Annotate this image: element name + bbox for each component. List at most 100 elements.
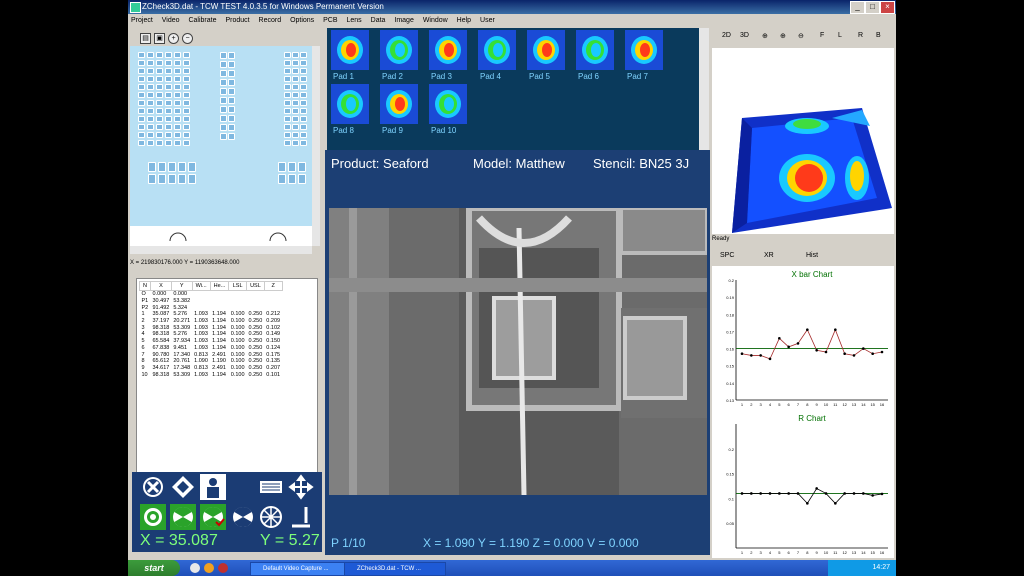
wheel-icon[interactable]: [258, 504, 284, 530]
quicklaunch-ie-icon[interactable]: [190, 563, 200, 573]
minimize-button[interactable]: _: [850, 1, 865, 14]
pcb-horizontal-scrollbar[interactable]: [130, 246, 312, 254]
view-2d-button[interactable]: 2D: [722, 32, 731, 39]
pad-thumbnail[interactable]: [478, 30, 516, 70]
view-right-button[interactable]: R: [858, 32, 863, 39]
menu-data[interactable]: Data: [371, 17, 386, 24]
diamond-icon[interactable]: [170, 474, 196, 500]
table-row[interactable]: 7 90.780 17.340 0.813 2.491 0.100 0.250 0.175: [140, 351, 283, 358]
stop-icon[interactable]: [140, 474, 166, 500]
radiation-icon-2[interactable]: [230, 504, 256, 530]
data-point: [843, 352, 846, 356]
start-button[interactable]: start: [128, 560, 180, 576]
zoom-out-icon[interactable]: ⊖: [798, 32, 804, 40]
camera-image[interactable]: [329, 208, 707, 495]
menu-product[interactable]: Product: [225, 17, 249, 24]
3d-surface-view[interactable]: [712, 48, 894, 234]
menu-calibrate[interactable]: Calibrate: [188, 17, 216, 24]
tab-xr[interactable]: XR: [764, 252, 774, 259]
pads-scrollbar[interactable]: [699, 28, 709, 150]
pcb-vertical-scrollbar[interactable]: [312, 46, 320, 246]
zoom-reset-icon[interactable]: ⊕: [780, 32, 786, 40]
pad-thumbnail[interactable]: [331, 84, 369, 124]
table-header[interactable]: X: [149, 281, 172, 291]
close-button[interactable]: ×: [880, 1, 895, 14]
menu-options[interactable]: Options: [290, 17, 314, 24]
table-row[interactable]: P2 91.492 5.324: [140, 304, 283, 311]
zoom-in-icon[interactable]: ⊕: [762, 32, 768, 40]
menu-video[interactable]: Video: [162, 17, 180, 24]
pad-thumbnail[interactable]: [576, 30, 614, 70]
pad-thumbnail[interactable]: [380, 84, 418, 124]
tab-spc[interactable]: SPC: [720, 252, 734, 259]
pad-thumbnail[interactable]: [527, 30, 565, 70]
open-folder-icon[interactable]: ▤: [140, 33, 151, 44]
table-header[interactable]: Wi...: [191, 281, 211, 291]
view-back-button[interactable]: B: [876, 32, 881, 39]
table-row[interactable]: 5 65.584 37.934 1.093 1.194 0.100 0.250 0.150: [140, 338, 283, 345]
table-row[interactable]: 6 67.838 9.451 1.093 1.194 0.100 0.250 0.124: [140, 345, 283, 352]
pad-thumbnail[interactable]: [380, 30, 418, 70]
menu-pcb[interactable]: PCB: [323, 17, 337, 24]
table-header[interactable]: He...: [209, 281, 230, 291]
keyboard-icon[interactable]: [258, 474, 284, 500]
move-arrows-icon[interactable]: [288, 474, 314, 500]
table-header[interactable]: N: [139, 281, 151, 291]
table-row[interactable]: 3 98.318 53.309 1.093 1.194 0.100 0.250 0.102: [140, 324, 283, 331]
pad-thumbnail[interactable]: [625, 30, 663, 70]
view-front-button[interactable]: F: [820, 32, 824, 39]
radiation-check-icon[interactable]: [200, 504, 226, 530]
table-header[interactable]: USL: [246, 281, 265, 291]
target-icon[interactable]: [140, 504, 166, 530]
pad-thumbnail[interactable]: [331, 30, 369, 70]
x-tick-label: 11: [833, 550, 838, 555]
table-row[interactable]: 2 37.197 20.271 1.093 1.194 0.100 0.250 0.209: [140, 318, 283, 325]
table-header[interactable]: Y: [170, 281, 193, 291]
view-left-button[interactable]: L: [838, 32, 842, 39]
zoom-out-icon[interactable]: −: [182, 33, 193, 44]
save-icon[interactable]: ▣: [154, 33, 165, 44]
table-cell: 1.194: [212, 371, 226, 378]
cursor-coordinates: X = 219830176.000 Y = 1190363648.000: [130, 260, 240, 266]
operator-icon[interactable]: [200, 474, 226, 500]
table-row[interactable]: 8 65.612 20.761 1.090 1.190 0.100 0.250 0.135: [140, 358, 283, 365]
radiation-icon[interactable]: [170, 504, 196, 530]
menu-help[interactable]: Help: [457, 17, 471, 24]
table-header[interactable]: LSL: [228, 281, 248, 291]
table-cell: 0.209: [266, 318, 281, 325]
table-row[interactable]: 9 34.617 17.348 0.813 2.491 0.100 0.250 0.207: [140, 365, 283, 372]
pad-thumbnail[interactable]: [429, 84, 467, 124]
pcb-layout-view[interactable]: [130, 46, 312, 246]
table-cell: 9.451: [173, 344, 188, 351]
data-point: [796, 492, 800, 495]
menu-user[interactable]: User: [480, 17, 495, 24]
menu-image[interactable]: Image: [394, 17, 413, 24]
menu-lens[interactable]: Lens: [347, 17, 362, 24]
pad-label: Pad 1: [333, 72, 354, 81]
zoom-in-icon[interactable]: +: [168, 33, 179, 44]
table-cell: 1.194: [212, 331, 226, 338]
tab-hist[interactable]: Hist: [806, 252, 818, 259]
pad-thumbnail[interactable]: [429, 30, 467, 70]
quicklaunch-app-icon[interactable]: [218, 563, 228, 573]
quicklaunch-media-icon[interactable]: [204, 563, 214, 573]
table-row[interactable]: P1 30.497 53.382: [140, 298, 283, 305]
stencil-label: Stencil: BN25 3J: [593, 156, 690, 171]
table-header[interactable]: Z: [263, 281, 283, 291]
table-row[interactable]: O 0.000 0.000: [140, 291, 283, 298]
menu-record[interactable]: Record: [259, 17, 282, 24]
probe-icon[interactable]: [288, 504, 314, 530]
table-row[interactable]: 1 35.087 5.276 1.093 1.194 0.100 0.250 0.212: [140, 311, 283, 318]
table-row[interactable]: 4 98.318 5.276 1.093 1.194 0.100 0.250 0.149: [140, 331, 283, 338]
view-3d-button[interactable]: 3D: [740, 32, 749, 39]
table-cell: 98.318: [152, 371, 170, 378]
task-video-capture[interactable]: Default Video Capture ...: [250, 562, 352, 576]
task-zcheck3d[interactable]: ZCheck3D.dat - TCW ...: [344, 562, 446, 576]
menu-project[interactable]: Project: [131, 17, 153, 24]
maximize-button[interactable]: □: [865, 1, 880, 14]
menu-window[interactable]: Window: [423, 17, 448, 24]
table-cell: [229, 304, 247, 311]
spc-charts: X bar Chart0.20.190.180.170.160.150.140.…: [726, 270, 888, 555]
series-line: [741, 328, 883, 360]
table-row[interactable]: 10 98.318 53.309 1.093 1.194 0.100 0.250 0.101: [140, 371, 283, 378]
